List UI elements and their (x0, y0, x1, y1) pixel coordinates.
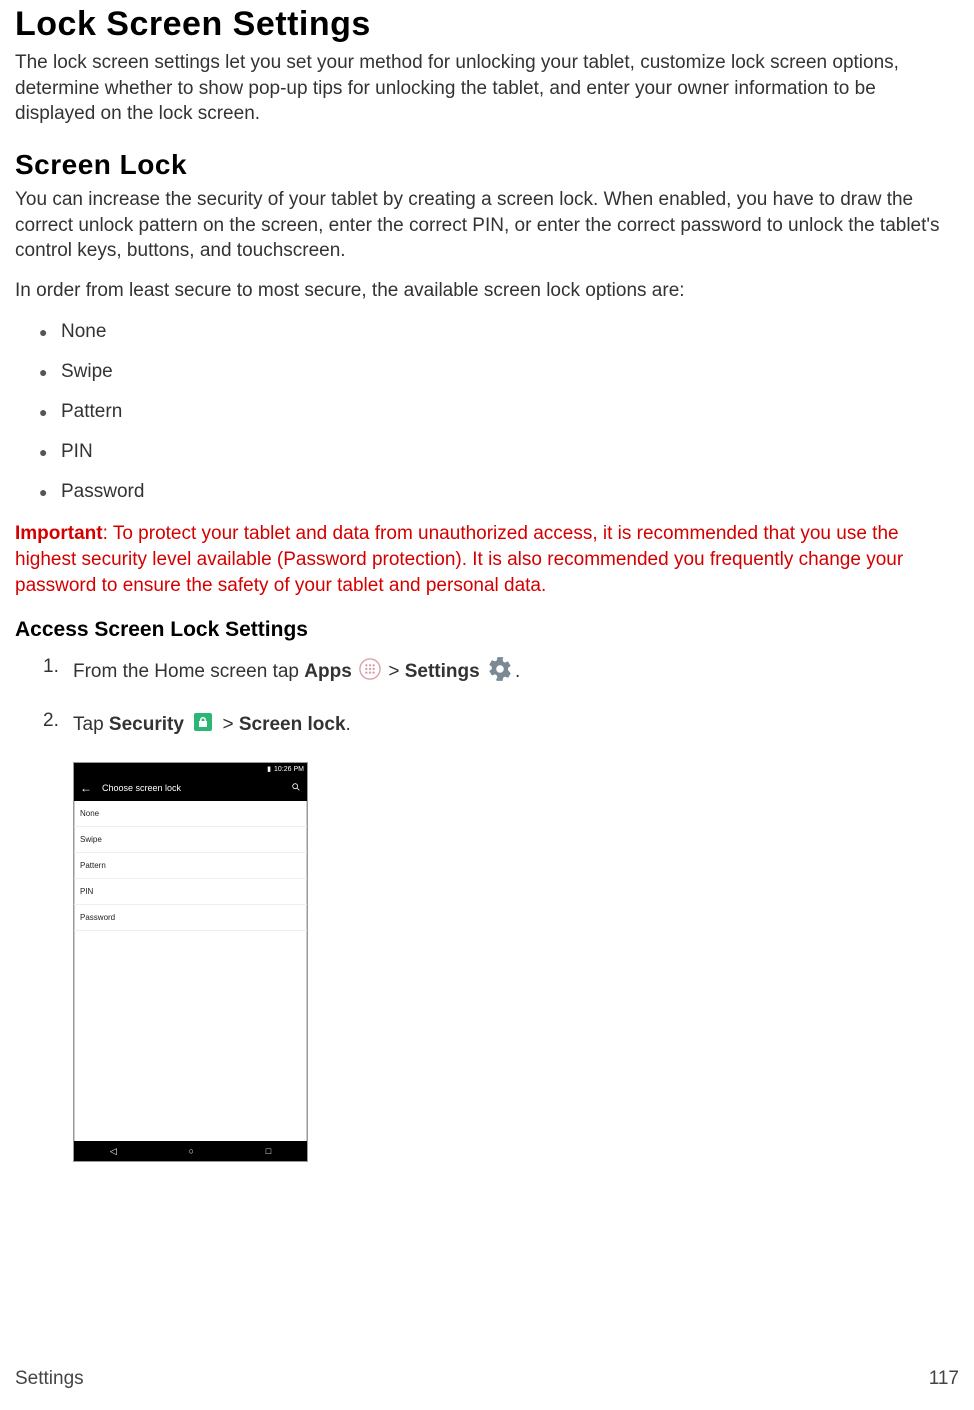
page-footer: Settings 117 (15, 1368, 959, 1390)
step-suffix: . (346, 714, 351, 735)
phone-nav-bar: ◁ ○ □ (74, 1141, 307, 1161)
option-label: Swipe (61, 361, 113, 382)
important-text: : To protect your tablet and data from u… (15, 523, 903, 595)
screen-lock-heading: Screen Lock (15, 149, 959, 181)
list-item: ●None (39, 321, 959, 343)
step-item: Tap Security > Screen lock. (43, 710, 959, 740)
option-label: Pattern (61, 401, 122, 422)
list-item: PIN (74, 879, 307, 905)
phone-option-list: None Swipe Pattern PIN Password (74, 801, 307, 1141)
list-item: Pattern (74, 853, 307, 879)
step-text-prefix: From the Home screen tap (73, 661, 304, 682)
list-item: Swipe (74, 827, 307, 853)
phone-screenshot: ▮ 10:26 PM ← Choose screen lock None Swi… (73, 762, 308, 1162)
important-label: Important (15, 523, 103, 544)
important-note: Important: To protect your tablet and da… (15, 521, 959, 598)
document-page: Lock Screen Settings The lock screen set… (0, 0, 974, 1410)
battery-icon: ▮ (267, 765, 271, 773)
search-icon (291, 782, 301, 795)
apps-icon (359, 658, 381, 686)
page-title: Lock Screen Settings (15, 5, 959, 44)
nav-back-icon: ◁ (110, 1146, 117, 1157)
list-item: Password (74, 905, 307, 931)
security-label: Security (109, 714, 184, 735)
nav-home-icon: ○ (189, 1146, 194, 1156)
list-item: ●Swipe (39, 361, 959, 383)
access-heading: Access Screen Lock Settings (15, 618, 959, 642)
gear-icon (487, 656, 513, 688)
screen-lock-label: Screen lock (239, 714, 346, 735)
option-label: None (61, 321, 106, 342)
step-text-prefix: Tap (73, 714, 109, 735)
lock-icon (191, 710, 215, 740)
step-separator: > (388, 661, 404, 682)
screen-lock-paragraph: You can increase the security of your ta… (15, 187, 959, 264)
list-item: None (74, 801, 307, 827)
option-label: Password (61, 481, 144, 502)
option-label: PIN (61, 441, 93, 462)
footer-section-label: Settings (15, 1368, 84, 1390)
status-time: 10:26 PM (274, 766, 304, 773)
back-arrow-icon: ← (80, 781, 92, 795)
apps-label: Apps (304, 661, 352, 682)
phone-header: ← Choose screen lock (74, 775, 307, 801)
phone-status-bar: ▮ 10:26 PM (74, 763, 307, 775)
step-item: From the Home screen tap Apps > Settings… (43, 656, 959, 688)
options-lead-text: In order from least secure to most secur… (15, 278, 959, 304)
list-item: ●PIN (39, 441, 959, 463)
step-separator: > (222, 714, 238, 735)
list-item: ●Pattern (39, 401, 959, 423)
list-item: ●Password (39, 481, 959, 503)
settings-label: Settings (405, 661, 480, 682)
page-number: 117 (929, 1368, 959, 1390)
step-suffix: . (515, 661, 520, 682)
options-list: ●None ●Swipe ●Pattern ●PIN ●Password (39, 321, 959, 503)
steps-list: From the Home screen tap Apps > Settings… (43, 656, 959, 740)
nav-recent-icon: □ (266, 1146, 271, 1156)
intro-paragraph: The lock screen settings let you set you… (15, 50, 959, 127)
phone-header-title: Choose screen lock (102, 783, 281, 793)
